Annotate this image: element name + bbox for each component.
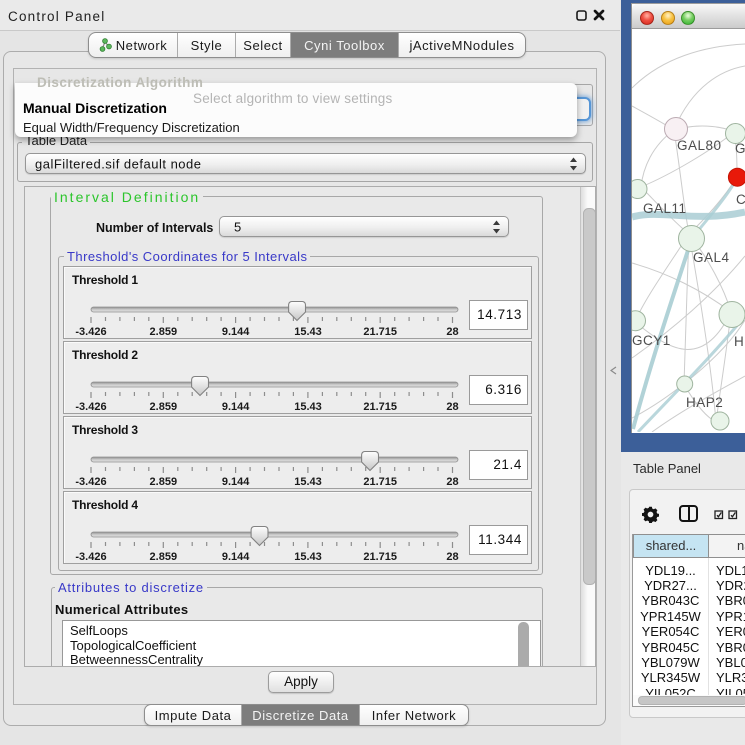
svg-text:9.144: 9.144 [222, 326, 250, 337]
svg-text:28: 28 [446, 476, 458, 487]
svg-text:-3.426: -3.426 [75, 326, 106, 337]
svg-text:9.144: 9.144 [222, 476, 250, 487]
svg-text:9.144: 9.144 [222, 401, 250, 412]
svg-text:2.859: 2.859 [150, 401, 178, 412]
svg-text:2.859: 2.859 [150, 476, 178, 487]
svg-text:28: 28 [446, 401, 458, 412]
svg-text:15.43: 15.43 [294, 551, 322, 562]
svg-text:GAL11: GAL11 [643, 201, 687, 216]
svg-text:H: H [734, 334, 744, 349]
svg-text:15.43: 15.43 [294, 326, 322, 337]
svg-text:GAL80: GAL80 [677, 138, 722, 153]
svg-text:GCY1: GCY1 [632, 333, 671, 348]
svg-text:2.859: 2.859 [150, 551, 178, 562]
svg-text:21.715: 21.715 [363, 326, 397, 337]
svg-text:15.43: 15.43 [294, 401, 322, 412]
svg-text:-3.426: -3.426 [75, 401, 106, 412]
svg-text:21.715: 21.715 [363, 401, 397, 412]
svg-text:GAL4: GAL4 [693, 250, 730, 265]
svg-text:21.715: 21.715 [363, 476, 397, 487]
svg-text:9.144: 9.144 [222, 551, 250, 562]
svg-text:28: 28 [446, 551, 458, 562]
svg-text:G.: G. [735, 141, 745, 156]
svg-text:28: 28 [446, 326, 458, 337]
svg-text:HAP2: HAP2 [686, 395, 723, 410]
svg-text:2.859: 2.859 [150, 326, 178, 337]
svg-text:15.43: 15.43 [294, 476, 322, 487]
svg-text:C: C [736, 192, 745, 207]
svg-text:21.715: 21.715 [363, 551, 397, 562]
svg-text:-3.426: -3.426 [75, 476, 106, 487]
svg-text:-3.426: -3.426 [75, 551, 106, 562]
